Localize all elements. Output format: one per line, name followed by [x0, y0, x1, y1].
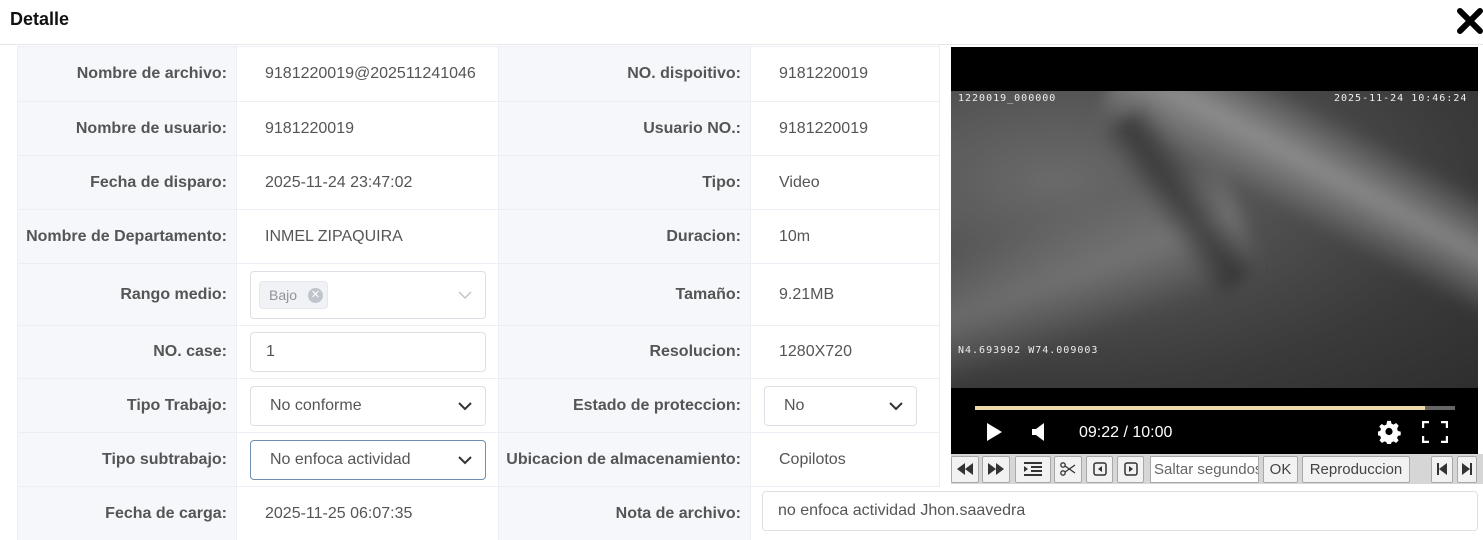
detail-table: Nombre de archivo: 9181220019@2025112410… [17, 46, 940, 540]
playback-button[interactable]: Reproduccion [1302, 456, 1410, 483]
video-frame[interactable]: 1220019_000000 2025-11-24 10:46:24 N4.69… [951, 91, 1478, 388]
label-size: Tamaño: [498, 263, 751, 326]
value-storage: Copilotos [750, 432, 940, 487]
label-type: Tipo: [498, 155, 751, 210]
label-shot-date: Fecha de disparo: [17, 155, 237, 210]
prev-frame-button[interactable] [1086, 456, 1113, 483]
seek-seconds-input[interactable]: Saltar segundos [1150, 456, 1259, 483]
settings-gear-icon[interactable] [1378, 420, 1402, 444]
label-case-no: NO. case: [17, 325, 237, 379]
table-row: Tipo subtrabajo: No enfoca actividad Ubi… [17, 432, 940, 487]
prev-frame-icon [1092, 462, 1107, 476]
progress-fill [975, 406, 1426, 410]
skip-end-button[interactable] [1457, 456, 1477, 483]
label-user-no: Usuario NO.: [498, 101, 751, 156]
label-device-no: NO. dispoitivo: [498, 46, 751, 102]
value-resolution: 1280X720 [750, 325, 940, 379]
skip-start-button[interactable] [1431, 456, 1453, 483]
close-icon[interactable] [1455, 6, 1483, 36]
ok-button[interactable]: OK [1263, 456, 1298, 483]
subwork-type-select[interactable]: No enfoca actividad [250, 439, 486, 480]
table-row: Nombre de Departamento: INMEL ZIPAQUIRA … [17, 209, 940, 264]
label-work-type: Tipo Trabajo: [17, 378, 237, 433]
skip-end-icon [1462, 463, 1472, 475]
case-no-input[interactable]: 1 [250, 332, 486, 372]
chevron-down-icon [458, 401, 472, 410]
value-size: 9.21MB [750, 263, 940, 326]
table-row: Rango medio: Bajo ✕ Tamaño: 9.21MB [17, 263, 940, 326]
next-frame-button[interactable] [1117, 456, 1144, 483]
label-user-name: Nombre de usuario: [17, 101, 237, 156]
table-row: Nombre de usuario: 9181220019 Usuario NO… [17, 101, 940, 156]
dialog-header: Detalle [0, 0, 1483, 45]
rewind-icon [957, 463, 973, 475]
label-range: Rango medio: [17, 263, 237, 326]
fast-forward-button[interactable] [982, 456, 1010, 483]
osd-gps: N4.693902 W74.009003 [958, 345, 1099, 356]
label-file-name: Nombre de archivo: [17, 46, 237, 102]
work-type-select[interactable]: No conforme [250, 385, 486, 426]
scissors-icon [1060, 462, 1076, 476]
progress-bar[interactable] [975, 406, 1455, 410]
list-indent-icon [1024, 462, 1042, 476]
label-upload-date: Fecha de carga: [17, 486, 237, 540]
table-row: Fecha de disparo: 2025-11-24 23:47:02 Ti… [17, 155, 940, 210]
value-file-name: 9181220019@20251124104622_0_23 [236, 46, 499, 102]
table-row: Tipo Trabajo: No conforme Estado de prot… [17, 378, 940, 433]
label-department: Nombre de Departamento: [17, 209, 237, 264]
time-display: 09:22 / 10:00 [1079, 424, 1173, 441]
next-frame-icon [1123, 462, 1138, 476]
fast-forward-icon [988, 463, 1004, 475]
file-note-input[interactable]: no enfoca actividad Jhon.saavedra [762, 491, 1478, 531]
range-tag: Bajo ✕ [259, 280, 328, 309]
chevron-down-icon [889, 401, 903, 410]
dialog-title: Detalle [10, 9, 70, 29]
label-protection: Estado de proteccion: [498, 378, 751, 433]
fullscreen-icon[interactable] [1422, 421, 1448, 443]
value-shot-date: 2025-11-24 23:47:02 [236, 155, 499, 210]
list-button[interactable] [1015, 456, 1051, 483]
rewind-button[interactable] [951, 456, 979, 483]
label-resolution: Resolucion: [498, 325, 751, 379]
cut-button[interactable] [1054, 456, 1082, 483]
tag-close-icon[interactable]: ✕ [308, 287, 323, 303]
play-icon[interactable] [985, 422, 1003, 442]
table-row: Nombre de archivo: 9181220019@2025112410… [17, 46, 940, 102]
volume-icon[interactable] [1031, 422, 1047, 442]
range-select[interactable]: Bajo ✕ [250, 270, 486, 319]
chevron-down-icon [458, 290, 472, 299]
value-upload-date: 2025-11-25 06:07:35 [236, 486, 499, 540]
table-row: NO. case: 1 Resolucion: 1280X720 [17, 325, 940, 379]
label-subwork-type: Tipo subtrabajo: [17, 432, 237, 487]
value-department: INMEL ZIPAQUIRA [236, 209, 499, 264]
player-toolbar: Saltar segundos OK Reproduccion [951, 454, 1483, 484]
label-file-note: Nota de archivo: [498, 486, 751, 540]
label-storage: Ubicacion de almacenamiento: [498, 432, 751, 487]
value-user-name: 9181220019 [236, 101, 499, 156]
osd-timestamp: 2025-11-24 10:46:24 [1334, 93, 1468, 104]
value-device-no: 9181220019 [750, 46, 940, 102]
value-duration: 10m [750, 209, 940, 264]
osd-camera-id: 1220019_000000 [958, 93, 1057, 104]
label-duration: Duracion: [498, 209, 751, 264]
protection-select[interactable]: No [764, 385, 917, 426]
chevron-down-icon [458, 455, 472, 464]
skip-start-icon [1437, 463, 1447, 475]
value-type: Video [750, 155, 940, 210]
video-player[interactable]: 1220019_000000 2025-11-24 10:46:24 N4.69… [951, 47, 1478, 456]
value-user-no: 9181220019 [750, 101, 940, 156]
